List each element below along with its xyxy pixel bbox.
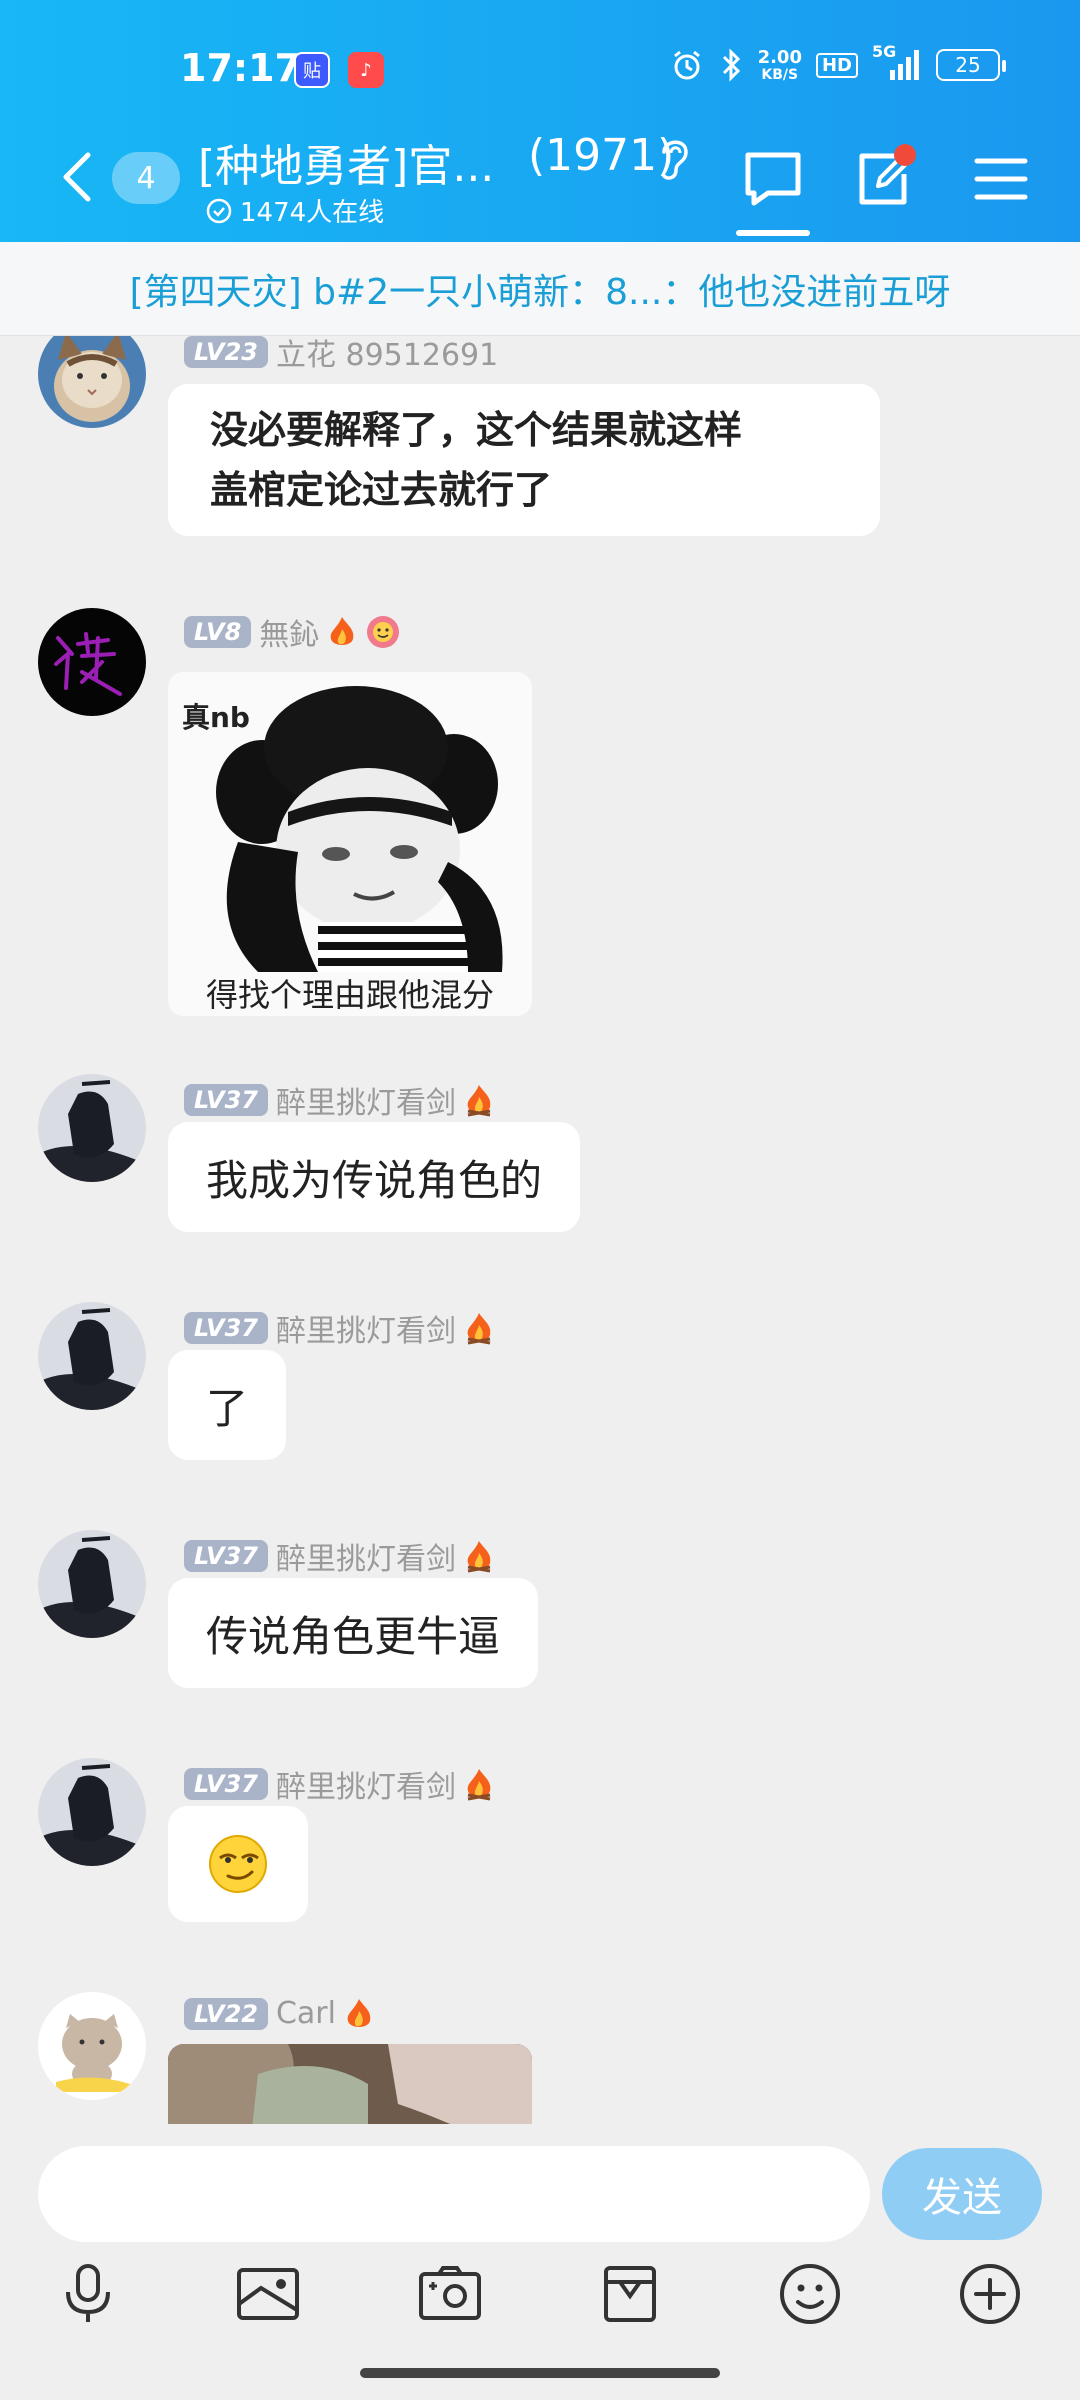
pinned-notice[interactable]: [第四天灾] b#2一只小萌新：8...：他也没进前五呀 (0, 242, 1080, 336)
level-badge: LV37 (184, 1768, 268, 1800)
microphone-icon[interactable] (52, 2258, 124, 2330)
network-speed-unit: KB/S (761, 67, 799, 83)
username[interactable]: Carl (276, 1996, 336, 2031)
message-meta: LV37 醉里挑灯看剑 (184, 1762, 494, 1806)
nav-bar: 4 [种地勇者]官... (1971) 1474人在线 (0, 130, 1080, 236)
level-badge: LV8 (184, 616, 252, 648)
group-title[interactable]: [种地勇者]官... (198, 130, 494, 194)
signal-icon: 5G (872, 42, 922, 82)
campfire-icon (467, 1769, 491, 1801)
battery-indicator: 25 (936, 49, 1006, 81)
chat-tab-icon[interactable] (738, 144, 808, 214)
avatar[interactable] (38, 1530, 146, 1638)
home-indicator[interactable] (360, 2368, 720, 2378)
notification-dot (894, 144, 916, 166)
level-badge: LV37 (184, 1540, 268, 1572)
send-button[interactable]: 发送 (882, 2148, 1042, 2240)
image-attachment[interactable] (168, 2044, 532, 2124)
member-count[interactable]: (1971) (528, 130, 674, 181)
online-count: 1474人在线 (240, 198, 385, 228)
avatar[interactable] (38, 1758, 146, 1866)
chat-header: 17:17 贴 ♪ 2.00 KB/S HD 5G 25 4 [种地勇者]官..… (0, 0, 1080, 242)
camera-icon[interactable] (414, 2258, 486, 2330)
network-type: 5G (872, 42, 897, 61)
hd-badge: HD (815, 52, 858, 78)
online-check-icon (206, 198, 232, 223)
message-bubble[interactable]: 传说角色更牛逼 (168, 1578, 539, 1688)
username[interactable]: 醉里挑灯看剑 (276, 1762, 456, 1806)
ear-icon[interactable] (654, 134, 694, 188)
music-app-icon: ♪ (348, 52, 384, 88)
photo-thumbnail (168, 2044, 532, 2124)
sticker-caption-bottom: 得找个理由跟他混分 (205, 976, 494, 1014)
username[interactable]: 醉里挑灯看剑 (276, 1306, 456, 1350)
chevron-left-icon (63, 152, 91, 202)
plus-icon[interactable] (954, 2258, 1026, 2330)
username[interactable]: 醉里挑灯看剑 (276, 1078, 456, 1122)
online-status: 1474人在线 (206, 192, 384, 229)
image-icon[interactable] (232, 2258, 304, 2330)
message-input[interactable] (38, 2146, 870, 2242)
emoji-icon[interactable] (774, 2258, 846, 2330)
flower-face-icon (367, 616, 400, 648)
input-toolbar (0, 2244, 1080, 2348)
username[interactable]: 醉里挑灯看剑 (276, 1534, 456, 1578)
message-meta: LV37 醉里挑灯看剑 (184, 1078, 494, 1122)
message-meta: LV8 無鈊 (184, 610, 401, 654)
avatar[interactable] (38, 1074, 146, 1182)
message-bubble[interactable]: 没必要解释了，这个结果就这样 盖棺定论过去就行了 (168, 384, 880, 536)
tieba-app-icon: 贴 (294, 52, 330, 88)
message-bubble[interactable]: 我成为传说角色的 (168, 1122, 581, 1232)
edit-post-icon[interactable] (850, 144, 920, 214)
message-meta: LV23 立花 89512691 (184, 336, 498, 374)
campfire-icon (467, 1313, 491, 1345)
message-meta: LV37 醉里挑灯看剑 (184, 1306, 494, 1350)
status-time: 17:17 (180, 46, 301, 90)
sticker-image[interactable]: 真nb 得找个理由跟他混分 (168, 672, 532, 1016)
message-bubble[interactable]: 了 (168, 1350, 287, 1460)
avatar[interactable] (38, 1302, 146, 1410)
level-badge: LV23 (184, 336, 268, 368)
level-badge: LV22 (184, 1997, 268, 2030)
bluetooth-icon (718, 48, 744, 82)
avatar[interactable] (38, 608, 146, 716)
status-bar: 17:17 贴 ♪ 2.00 KB/S HD 5G 25 (0, 40, 1080, 100)
input-bar: 发送 (0, 2124, 1080, 2244)
campfire-icon (467, 1085, 491, 1117)
username[interactable]: 立花 89512691 (276, 336, 498, 374)
unread-count-badge[interactable]: 4 (112, 152, 180, 204)
level-badge: LV37 (184, 1312, 268, 1344)
network-speed-value: 2.00 (757, 47, 802, 68)
gift-box-icon[interactable] (594, 2258, 666, 2330)
menu-icon[interactable] (966, 144, 1036, 214)
sticker-caption-top: 真nb (182, 701, 250, 734)
avatar[interactable] (38, 336, 146, 428)
message-list[interactable]: LV23 立花 89512691 没必要解释了，这个结果就这样 盖棺定论过去就行… (0, 336, 1080, 2124)
active-tab-indicator (736, 230, 810, 236)
message-meta: LV37 醉里挑灯看剑 (184, 1534, 494, 1578)
status-icons: 2.00 KB/S HD 5G 25 (670, 42, 1006, 83)
network-speed: 2.00 KB/S (757, 47, 802, 83)
avatar[interactable] (38, 1992, 146, 2100)
campfire-icon (467, 1541, 491, 1573)
flame-icon (347, 1998, 371, 2027)
message-meta: LV22 Carl (184, 1996, 374, 2031)
message-bubble[interactable] (168, 1806, 308, 1922)
flame-icon (330, 617, 354, 645)
back-button[interactable] (52, 142, 102, 212)
username[interactable]: 無鈊 (259, 610, 319, 654)
smirk-face-emoji (209, 1835, 267, 1893)
level-badge: LV37 (184, 1084, 268, 1116)
alarm-icon (670, 48, 704, 82)
